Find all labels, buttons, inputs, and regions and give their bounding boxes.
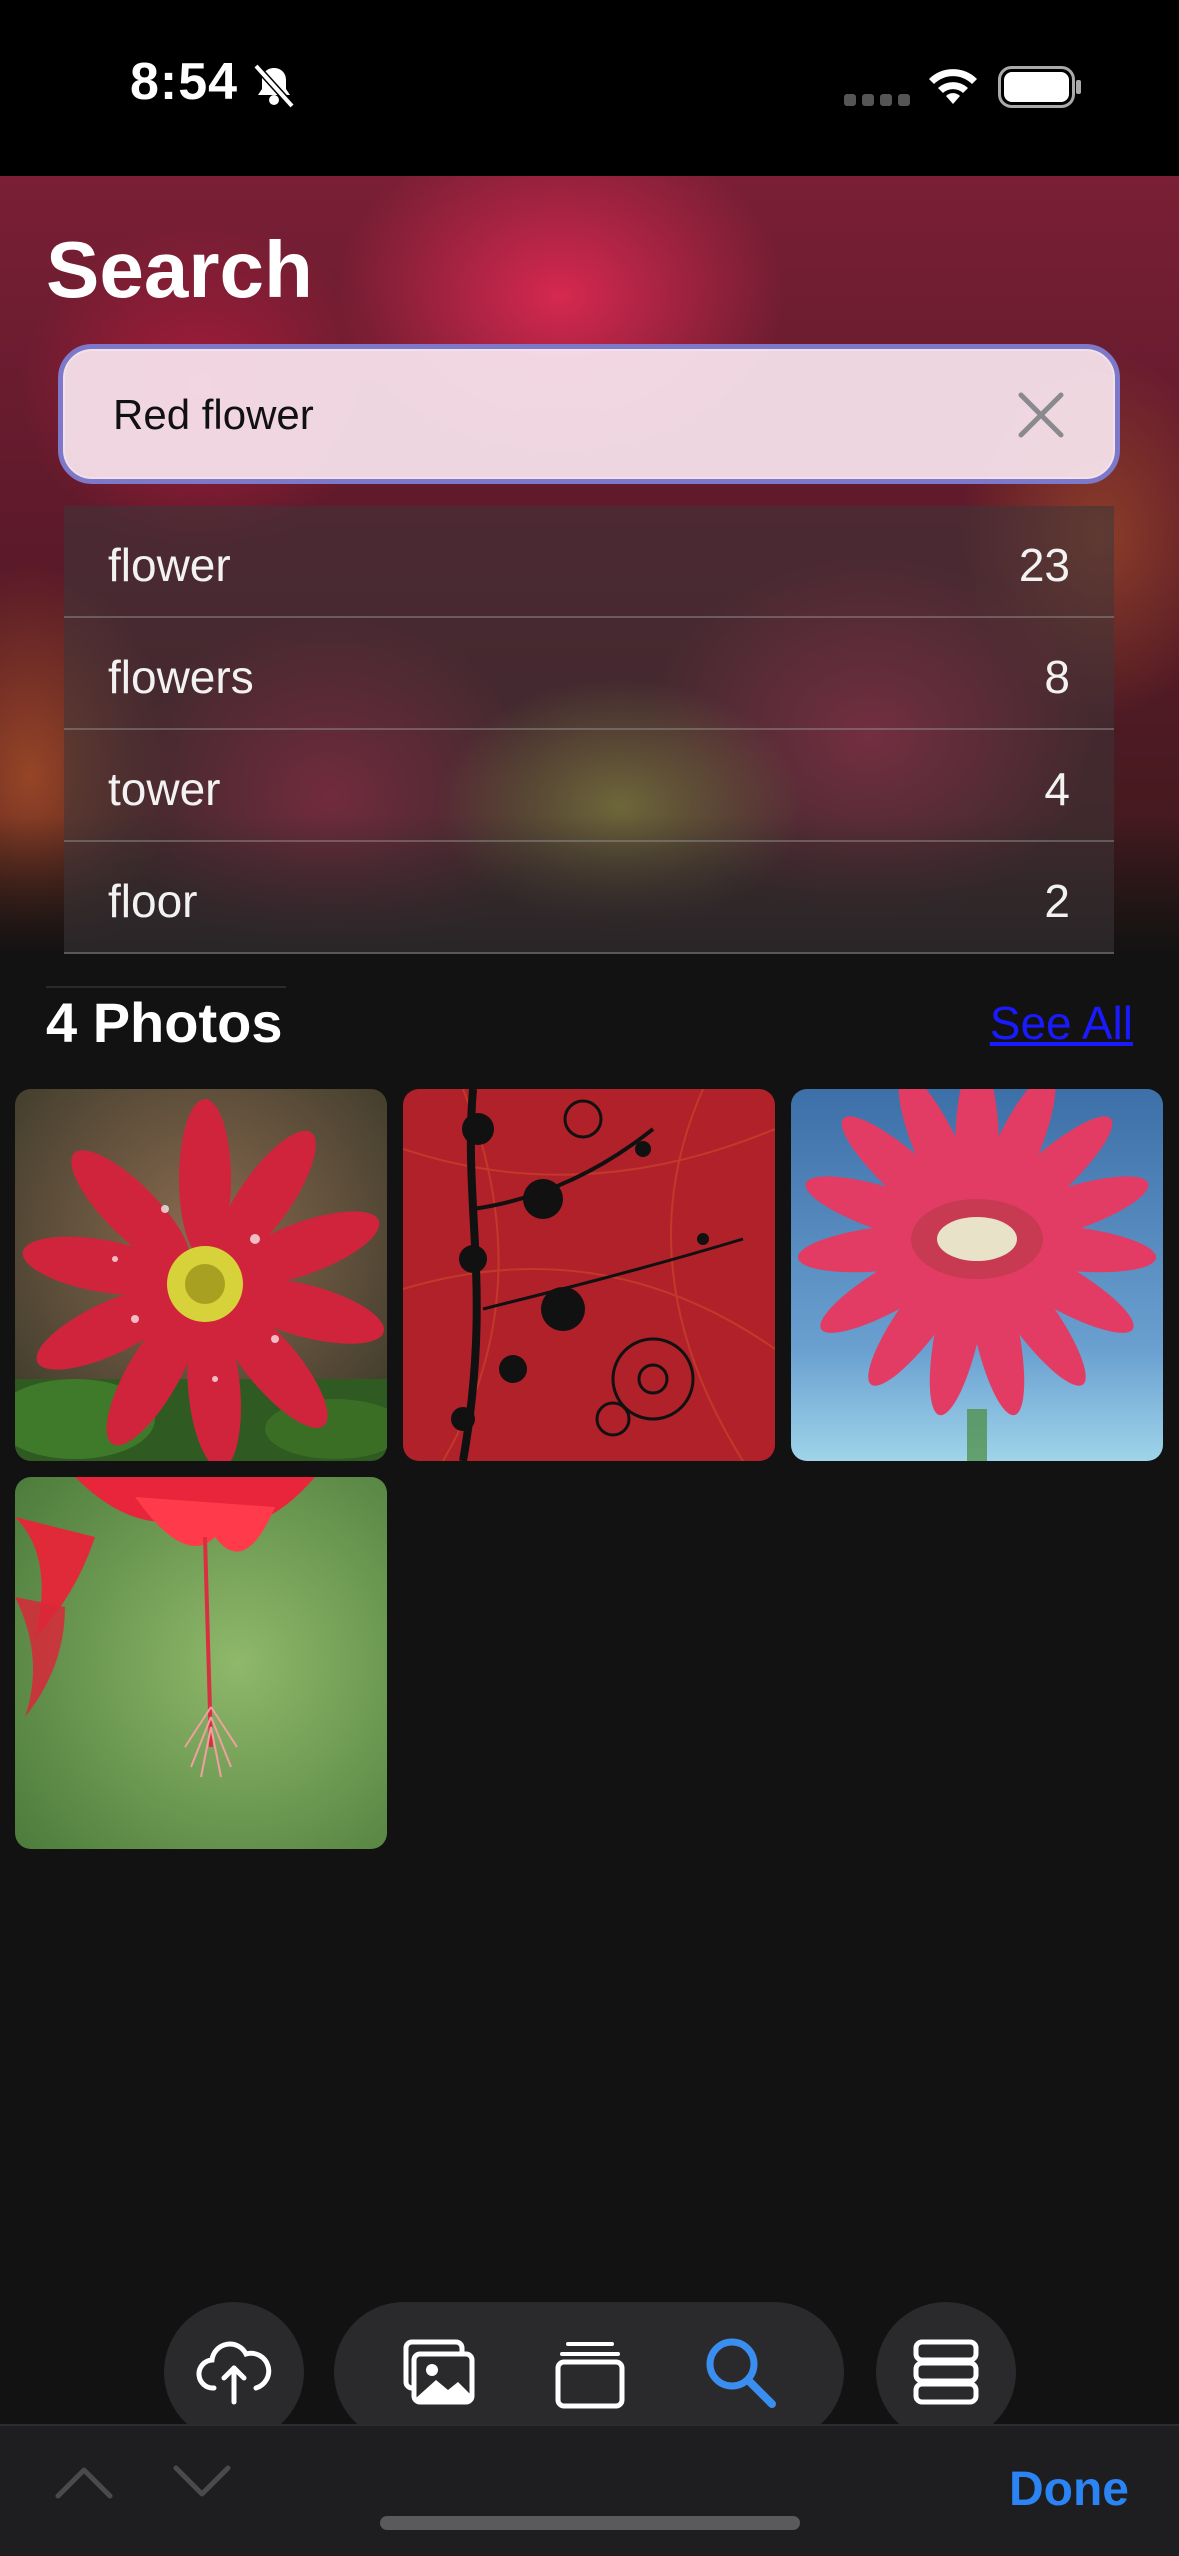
battery-icon [998,66,1081,108]
search-icon[interactable] [700,2332,780,2412]
suggestion-count: 23 [1018,539,1070,591]
photo-thumbnail[interactable] [403,1089,775,1461]
main-tab-group [334,2302,844,2442]
suggestion-count: 8 [1044,651,1070,703]
photo-red-hibiscus [15,1477,387,1849]
upload-tab[interactable] [164,2302,304,2442]
photos-icon[interactable] [398,2332,478,2412]
suggestion-item-tower[interactable]: tower 4 [64,730,1114,842]
status-bar: 8:54 [0,0,1179,176]
suggestion-label: tower [108,763,221,815]
home-indicator [380,2516,800,2530]
search-input[interactable]: Red flower [58,344,1120,484]
photo-thumbnail[interactable] [15,1477,387,1849]
suggestion-item-flowers[interactable]: flowers 8 [64,618,1114,730]
status-time: 8:54 [130,53,239,111]
suggestion-label: flower [108,539,231,591]
list-icon[interactable] [906,2332,986,2412]
results-title: 4 Photos [46,991,283,1054]
suggestion-item-flower[interactable]: flower 23 [64,506,1114,618]
suggestion-count: 4 [1044,763,1070,815]
see-all-link[interactable]: See All [990,996,1133,1050]
section-divider [46,986,286,988]
suggestion-list: flower 23 flowers 8 tower 4 floor 2 [64,506,1114,954]
cellular-signal-icon [844,94,910,106]
suggestion-label: floor [108,875,198,927]
list-tab[interactable] [876,2302,1016,2442]
bell-slash-icon [253,63,295,109]
suggestion-label: flowers [108,651,254,703]
chevron-up-icon[interactable] [52,2460,116,2504]
page-title: Search [46,225,313,314]
chevron-down-icon[interactable] [170,2460,234,2504]
wifi-icon [929,69,977,104]
photo-thumbnail[interactable] [791,1089,1163,1461]
photo-floral-pattern [403,1089,775,1461]
photo-pink-gerbera [791,1089,1163,1461]
suggestion-item-floor[interactable]: floor 2 [64,842,1114,954]
photo-red-daisy [15,1089,387,1461]
photo-thumbnail[interactable] [15,1089,387,1461]
clear-search-icon[interactable] [1015,389,1067,441]
cloud-upload-icon[interactable] [194,2332,274,2412]
suggestion-count: 2 [1044,875,1070,927]
albums-icon[interactable] [550,2332,630,2412]
done-button[interactable]: Done [1009,2462,1129,2517]
search-query[interactable]: Red flower [113,391,314,439]
